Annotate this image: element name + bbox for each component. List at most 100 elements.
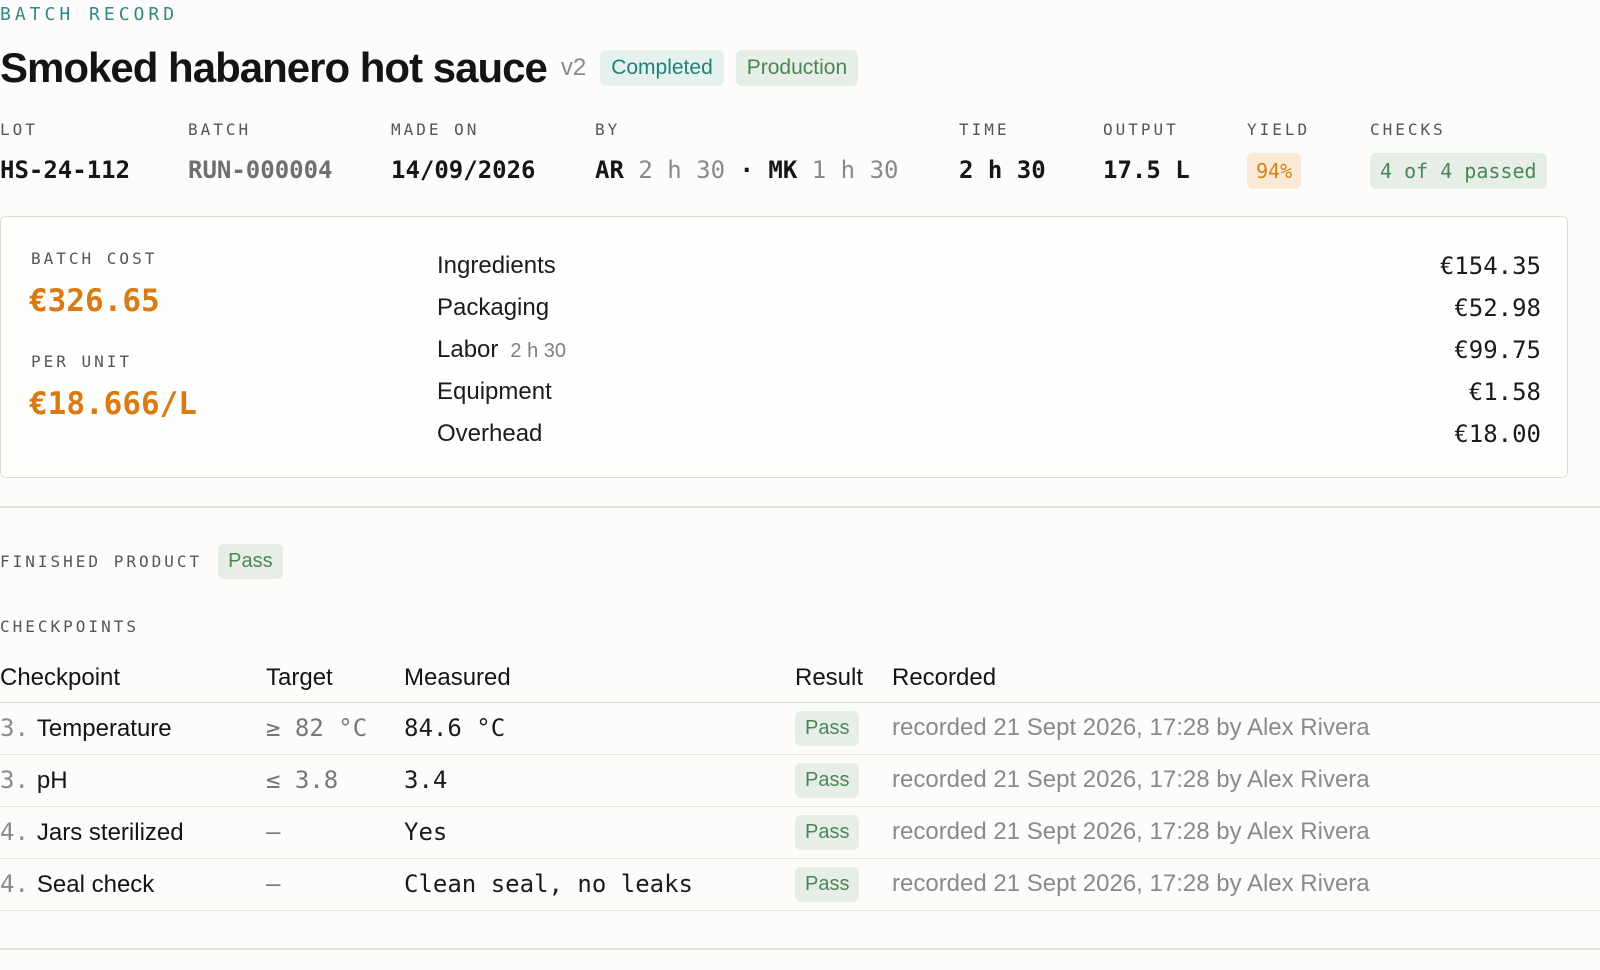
result-cell: Pass	[795, 867, 860, 902]
meta-label: MADE ON	[391, 120, 480, 139]
operator-initials: AR	[595, 156, 624, 184]
measured-cell: 84.6 °C	[404, 714, 506, 742]
measured-cell: Clean seal, no leaks	[404, 870, 693, 898]
bottom-divider	[0, 948, 1600, 950]
batch-meta: LOT HS-24-112 BATCH RUN-000004 MADE ON 1…	[0, 120, 1600, 200]
table-header: Checkpoint Target Measured Result Record…	[0, 656, 1600, 703]
cost-line: Overhead €18.00	[437, 413, 1541, 455]
cost-line-amount: €154.35	[1439, 252, 1541, 280]
version-label: v2	[560, 54, 587, 81]
table-row: 4. Seal check — Clean seal, no leaks Pass…	[0, 859, 1600, 911]
checkpoint-cell: 4. Seal check	[0, 870, 154, 899]
page-eyebrow: BATCH RECORD	[0, 4, 179, 25]
recorded-cell: recorded 21 Sept 2026, 17:28 by Alex Riv…	[892, 766, 1370, 793]
checkpoint-cell: 3. Temperature	[0, 714, 172, 743]
result-cell: Pass	[795, 815, 860, 850]
checkpoint-number: 4.	[0, 818, 29, 846]
cost-line-name: Ingredients	[437, 252, 556, 279]
result-pass-badge: Pass	[795, 867, 860, 902]
result-cell: Pass	[795, 763, 860, 798]
checkpoints-label: CHECKPOINTS	[0, 617, 139, 636]
meta-label: TIME	[959, 120, 1010, 139]
checkpoint-name: pH	[36, 767, 68, 794]
checkpoint-name: Temperature	[36, 715, 172, 742]
column-header-measured: Measured	[404, 664, 511, 691]
meta-label: LOT	[0, 120, 38, 139]
finished-product-label: FINISHED PRODUCT	[0, 552, 203, 571]
target-cell: —	[266, 870, 281, 898]
column-header-target: Target	[266, 664, 333, 691]
meta-value: 17.5 L	[1103, 156, 1190, 184]
meta-yield: YIELD 94%	[1247, 120, 1310, 189]
measured-cell: 3.4	[404, 766, 448, 794]
meta-label: BY	[595, 120, 621, 139]
meta-value: 2 h 30	[959, 156, 1046, 184]
cost-line-detail: 2 h 30	[510, 340, 566, 362]
checkpoint-number: 4.	[0, 870, 29, 898]
cost-line: Equipment €1.58	[437, 371, 1541, 413]
meta-value: 14/09/2026	[391, 156, 536, 184]
meta-label: YIELD	[1247, 120, 1311, 139]
finished-product-row: FINISHED PRODUCT Pass	[0, 544, 283, 579]
cost-line: Packaging €52.98	[437, 287, 1541, 329]
meta-value: 4 of 4 passed	[1370, 153, 1547, 189]
status-badge: Completed	[600, 50, 724, 86]
title-row: Smoked habanero hot sauce v2 Completed P…	[0, 42, 859, 94]
batch-cost-label: BATCH COST	[31, 249, 158, 268]
cost-line-amount: €52.98	[1454, 294, 1541, 322]
table-row: 3. Temperature ≥ 82 °C 84.6 °C Pass recor…	[0, 703, 1600, 755]
checkpoints-table: Checkpoint Target Measured Result Record…	[0, 656, 1600, 911]
result-cell: Pass	[795, 711, 860, 746]
operator-initials: MK	[768, 156, 798, 184]
meta-label: OUTPUT	[1103, 120, 1179, 139]
cost-line-name: Equipment	[437, 378, 552, 405]
cost-line: Ingredients €154.35	[437, 245, 1541, 287]
checkpoint-cell: 3. pH	[0, 766, 68, 795]
checkpoint-number: 3.	[0, 714, 29, 742]
meta-value: 94%	[1247, 153, 1310, 189]
cost-line: Labor 2 h 30 €99.75	[437, 329, 1541, 371]
checkpoint-name: Seal check	[36, 871, 155, 898]
meta-output: OUTPUT 17.5 L	[1103, 120, 1190, 184]
finished-product-status-badge: Pass	[218, 544, 283, 579]
recorded-cell: recorded 21 Sept 2026, 17:28 by Alex Riv…	[892, 870, 1370, 897]
checkpoint-cell: 4. Jars sterilized	[0, 818, 184, 847]
page-title: Smoked habanero hot sauce	[0, 44, 548, 91]
section-divider	[0, 506, 1600, 508]
result-pass-badge: Pass	[795, 763, 860, 798]
batch-cost-card: BATCH COST €326.65 PER UNIT €18.666/L In…	[0, 216, 1568, 478]
table-row: 3. pH ≤ 3.8 3.4 Pass recorded 21 Sept 202…	[0, 755, 1600, 807]
yield-badge: 94%	[1247, 153, 1302, 189]
batch-cost-value: €326.65	[29, 283, 160, 319]
column-header-recorded: Recorded	[892, 664, 997, 691]
meta-label: CHECKS	[1370, 120, 1446, 139]
environment-badge: Production	[735, 50, 859, 86]
separator: ·	[739, 156, 754, 184]
meta-value: HS-24-112	[0, 156, 131, 184]
target-cell: —	[266, 818, 281, 846]
recorded-cell: recorded 21 Sept 2026, 17:28 by Alex Riv…	[892, 818, 1370, 845]
cost-line-amount: €99.75	[1454, 336, 1541, 364]
target-cell: ≥ 82 °C	[266, 714, 368, 742]
cost-line-amount: €1.58	[1468, 378, 1541, 406]
result-pass-badge: Pass	[795, 711, 860, 746]
target-cell: ≤ 3.8	[266, 766, 339, 794]
meta-made-on: MADE ON 14/09/2026	[391, 120, 536, 184]
recorded-cell: recorded 21 Sept 2026, 17:28 by Alex Riv…	[892, 714, 1370, 741]
meta-by: BY AR 2 h 30 · MK 1 h 30	[595, 120, 898, 184]
cost-breakdown: Ingredients €154.35 Packaging €52.98 Lab…	[437, 245, 1541, 455]
checkpoint-number: 3.	[0, 766, 29, 794]
meta-batch: BATCH RUN-000004	[188, 120, 333, 184]
meta-label: BATCH	[188, 120, 252, 139]
cost-line-name: Packaging	[437, 294, 550, 321]
meta-checks: CHECKS 4 of 4 passed	[1370, 120, 1547, 189]
checks-badge: 4 of 4 passed	[1370, 153, 1547, 189]
cost-line-name: Overhead	[437, 420, 543, 447]
column-header-checkpoint: Checkpoint	[0, 664, 121, 691]
column-header-result: Result	[795, 664, 864, 691]
measured-cell: Yes	[404, 818, 448, 846]
cost-line-amount: €18.00	[1454, 420, 1541, 448]
result-pass-badge: Pass	[795, 815, 860, 850]
meta-value: RUN-000004	[188, 156, 333, 184]
meta-time: TIME 2 h 30	[959, 120, 1046, 184]
